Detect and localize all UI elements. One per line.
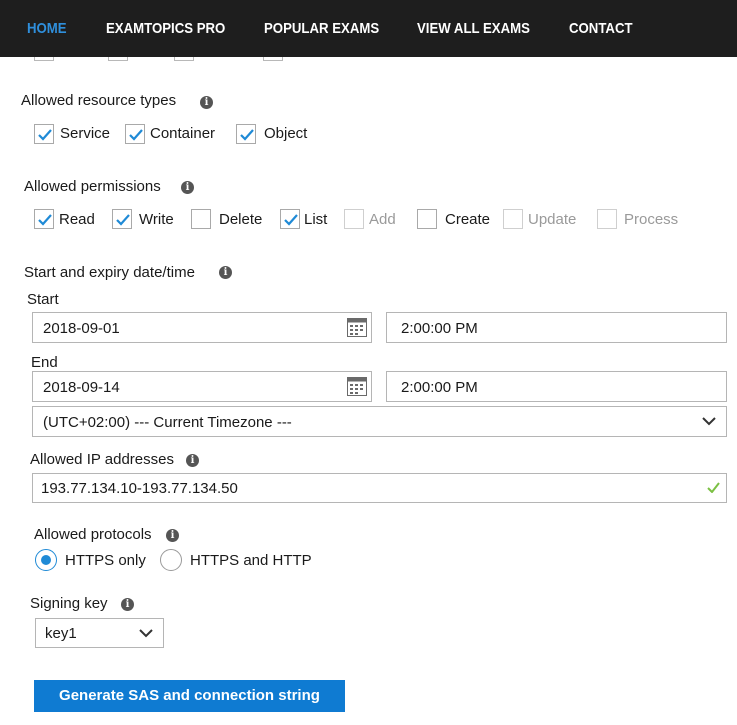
info-icon[interactable]: i [181,181,194,194]
info-icon[interactable]: i [200,96,213,109]
delete-label: Delete [219,211,263,228]
chevron-down-icon [139,629,153,638]
signing-key-label: Signing key [30,595,108,612]
timezone-select[interactable]: (UTC+02:00) --- Current Timezone --- [32,406,727,437]
write-label: Write [139,211,174,228]
end-date-input[interactable]: 2018-09-14 [32,371,372,402]
signing-key-select[interactable]: key1 [35,618,164,648]
start-date-value: 2018-09-01 [43,320,120,337]
container-label: Container [150,125,216,142]
protocols-label: Allowed protocols [34,526,152,543]
checkbox-partial[interactable] [174,57,194,61]
update-label: Update [528,211,577,228]
resource-types-label: Allowed resource types [21,92,177,109]
calendar-icon[interactable] [347,377,367,396]
https-only-label: HTTPS only [65,552,146,569]
info-icon[interactable]: i [166,529,179,542]
list-label: List [304,211,328,228]
checkbox-partial[interactable] [108,57,128,61]
checkmark-icon [284,214,298,226]
service-checkbox[interactable] [34,124,54,144]
list-checkbox[interactable] [280,209,300,229]
signing-key-value: key1 [45,625,77,642]
start-time-value: 2:00:00 PM [401,320,478,337]
object-checkbox[interactable] [236,124,256,144]
nav-popular-exams[interactable]: POPULAR EXAMS [264,20,379,37]
end-time-value: 2:00:00 PM [401,379,478,396]
ip-label: Allowed IP addresses [30,451,174,468]
service-label: Service [60,125,111,142]
https-and-http-radio[interactable] [160,549,182,571]
datetime-label: Start and expiry date/time [24,264,195,281]
create-checkbox[interactable] [417,209,437,229]
add-label: Add [369,211,396,228]
https-and-http-label: HTTPS and HTTP [190,552,312,569]
permissions-label: Allowed permissions [24,178,161,195]
checkbox-partial[interactable] [263,57,283,61]
chevron-down-icon [702,417,716,426]
radio-selected-dot [41,555,51,565]
ip-input[interactable]: 193.77.134.10-193.77.134.50 [32,473,727,503]
read-label: Read [59,211,95,228]
process-label: Process [624,211,679,228]
update-checkbox[interactable] [503,209,523,229]
https-only-radio[interactable] [35,549,57,571]
valid-check-icon [707,482,720,493]
end-label: End [31,354,58,371]
info-icon[interactable]: i [219,266,232,279]
start-label: Start [27,291,59,308]
read-checkbox[interactable] [34,209,54,229]
start-time-input[interactable]: 2:00:00 PM [386,312,727,343]
object-label: Object [264,125,308,142]
delete-checkbox[interactable] [191,209,211,229]
nav-contact[interactable]: CONTACT [569,20,633,37]
checkmark-icon [38,129,52,141]
add-checkbox[interactable] [344,209,364,229]
end-time-input[interactable]: 2:00:00 PM [386,371,727,402]
checkmark-icon [116,214,130,226]
nav-view-all-exams[interactable]: VIEW ALL EXAMS [417,20,530,37]
info-icon[interactable]: i [121,598,134,611]
checkmark-icon [38,214,52,226]
create-label: Create [445,211,491,228]
top-nav: HOME EXAMTOPICS PRO POPULAR EXAMS VIEW A… [0,0,737,57]
checkmark-icon [129,129,143,141]
info-icon[interactable]: i [186,454,199,467]
start-date-input[interactable]: 2018-09-01 [32,312,372,343]
timezone-value: (UTC+02:00) --- Current Timezone --- [43,414,292,431]
write-checkbox[interactable] [112,209,132,229]
checkmark-icon [240,129,254,141]
end-date-value: 2018-09-14 [43,379,120,396]
container-checkbox[interactable] [125,124,145,144]
generate-sas-button[interactable]: Generate SAS and connection string [34,680,345,712]
nav-examtopics-pro[interactable]: EXAMTOPICS PRO [106,20,225,37]
ip-value: 193.77.134.10-193.77.134.50 [41,480,238,497]
process-checkbox[interactable] [597,209,617,229]
calendar-icon[interactable] [347,318,367,337]
nav-home[interactable]: HOME [27,20,67,37]
checkbox-partial[interactable] [34,57,54,61]
